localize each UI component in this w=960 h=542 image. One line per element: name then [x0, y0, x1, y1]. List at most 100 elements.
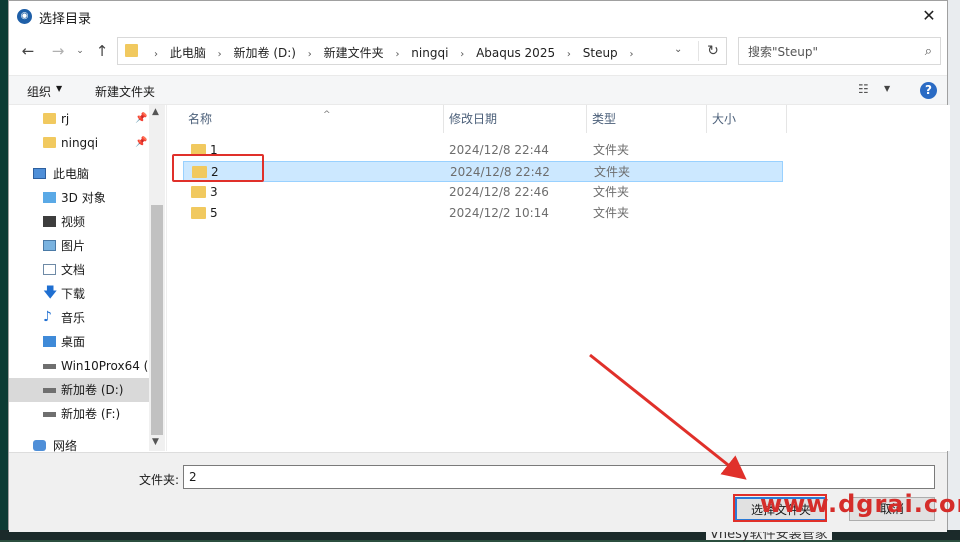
folder-icon: [43, 113, 56, 124]
folder-icon: [125, 44, 138, 57]
breadcrumb-new-folder[interactable]: 新建文件夹: [324, 46, 384, 60]
back-button[interactable]: ←: [19, 41, 37, 61]
sort-ascending-icon: ^: [323, 110, 331, 120]
dialog-title: 选择目录: [39, 12, 92, 27]
file-type: 文件夹: [593, 143, 630, 157]
table-row[interactable]: 1 2024/12/8 22:44 文件夹: [183, 140, 783, 161]
breadcrumb-separator[interactable]: ›: [308, 49, 312, 60]
close-button[interactable]: ✕: [917, 4, 941, 28]
navigation-pane: rj 📌 ningqi 📌 此电脑 3D 对象 视频 图片 文档 🡇 下载 ♪ …: [9, 105, 165, 453]
breadcrumb-drive-d[interactable]: 新加卷 (D:): [234, 46, 296, 60]
title-bar: ◉ 选择目录 ✕: [9, 1, 947, 31]
sidebar-item-videos[interactable]: 视频: [9, 210, 149, 234]
sidebar-item-this-pc[interactable]: 此电脑: [9, 162, 149, 186]
chevron-down-icon[interactable]: ▼: [56, 84, 62, 93]
organize-button[interactable]: 组织: [27, 83, 51, 100]
folder-icon: [43, 137, 56, 148]
documents-icon: [43, 264, 56, 275]
sidebar-item-ningqi[interactable]: ningqi 📌: [9, 131, 149, 155]
column-header-date[interactable]: 修改日期: [444, 105, 587, 133]
search-box[interactable]: ⌕: [738, 37, 941, 66]
recent-locations-dropdown[interactable]: ⌄: [71, 41, 89, 61]
network-icon: [33, 440, 46, 451]
file-name: 3: [210, 185, 218, 199]
sidebar-item-label: 下载: [61, 287, 86, 301]
breadcrumb-separator[interactable]: ›: [218, 49, 222, 60]
refresh-button[interactable]: ↻: [698, 41, 727, 61]
sidebar-item-label: 新加卷 (D:): [61, 383, 124, 397]
breadcrumb-separator: ›: [154, 49, 158, 60]
sidebar-item-downloads[interactable]: 🡇 下载: [9, 282, 149, 306]
sidebar-item-label: 视频: [61, 215, 86, 229]
desktop-icon: [43, 336, 56, 347]
sidebar-item-pictures[interactable]: 图片: [9, 234, 149, 258]
chevron-down-icon[interactable]: ▼: [152, 437, 159, 447]
select-directory-dialog: ◉ 选择目录 ✕ ← → ⌄ ↑ › 此电脑 › 新加卷 (D:) › 新建文件…: [8, 0, 950, 532]
help-button[interactable]: ?: [920, 82, 937, 99]
sidebar-item-label: 音乐: [61, 311, 86, 325]
table-row[interactable]: 2 2024/12/8 22:42 文件夹: [183, 161, 783, 182]
sidebar-item-documents[interactable]: 文档: [9, 258, 149, 282]
file-date: 2024/12/8 22:44: [449, 143, 549, 157]
sidebar-scrollbar[interactable]: ▲ ▼: [149, 105, 165, 451]
sidebar-item-rj[interactable]: rj 📌: [9, 107, 149, 131]
pictures-icon: [43, 240, 56, 251]
new-folder-button[interactable]: 新建文件夹: [95, 83, 155, 100]
file-type: 文件夹: [593, 206, 630, 220]
breadcrumb-abaqus[interactable]: Abaqus 2025: [476, 46, 555, 60]
folder-field-label: 文件夹:: [139, 473, 180, 487]
sidebar-item-drive-d[interactable]: 新加卷 (D:): [9, 378, 149, 402]
drive-icon: [43, 412, 56, 417]
column-header-label: 名称: [188, 112, 213, 126]
breadcrumb-ningqi[interactable]: ningqi: [411, 46, 448, 60]
file-type: 文件夹: [593, 185, 630, 199]
sidebar-item-music[interactable]: ♪ 音乐: [9, 306, 149, 330]
breadcrumb: › 此电脑 › 新加卷 (D:) › 新建文件夹 › ningqi › Abaq…: [146, 44, 642, 61]
scrollbar-thumb[interactable]: [151, 205, 163, 435]
drive-icon: [43, 388, 56, 393]
sidebar-item-label: Win10Prox64 (C: [61, 359, 157, 373]
column-header-size[interactable]: 大小: [707, 105, 787, 133]
address-bar[interactable]: › 此电脑 › 新加卷 (D:) › 新建文件夹 › ningqi › Abaq…: [117, 37, 727, 65]
pin-icon: 📌: [135, 113, 148, 124]
video-icon: [43, 216, 56, 227]
download-icon: 🡇: [43, 285, 58, 301]
column-header-type[interactable]: 类型: [587, 105, 707, 133]
sidebar-item-drive-f[interactable]: 新加卷 (F:): [9, 402, 149, 426]
breadcrumb-separator[interactable]: ›: [567, 49, 571, 60]
chevron-down-icon[interactable]: ▼: [884, 84, 890, 93]
breadcrumb-separator[interactable]: ›: [395, 49, 399, 60]
folder-icon: [191, 207, 206, 219]
up-button[interactable]: ↑: [93, 41, 111, 61]
breadcrumb-separator[interactable]: ›: [460, 49, 464, 60]
chevron-up-icon[interactable]: ▲: [152, 107, 159, 117]
sidebar-item-label: 桌面: [61, 335, 86, 349]
search-icon[interactable]: ⌕: [925, 44, 932, 59]
view-options-icon[interactable]: ☷: [858, 82, 869, 96]
table-row[interactable]: 5 2024/12/2 10:14 文件夹: [183, 203, 783, 224]
sidebar-item-label: 3D 对象: [61, 191, 106, 205]
sidebar-item-drive-c[interactable]: Win10Prox64 (C: [9, 354, 157, 378]
desktop-background-left: [0, 0, 8, 540]
sidebar-item-label: 新加卷 (F:): [61, 407, 121, 421]
pin-icon: 📌: [135, 137, 148, 148]
3d-objects-icon: [43, 192, 56, 203]
sidebar-item-3d-objects[interactable]: 3D 对象: [9, 186, 149, 210]
breadcrumb-this-pc[interactable]: 此电脑: [170, 46, 206, 60]
address-dropdown-icon[interactable]: ⌄: [674, 44, 682, 55]
sidebar-item-desktop[interactable]: 桌面: [9, 330, 149, 354]
folder-name-field[interactable]: 2: [183, 465, 935, 489]
watermark-text: www.dgrai.com: [760, 490, 960, 518]
highlight-box-folder: [172, 154, 264, 182]
breadcrumb-steup[interactable]: Steup: [583, 46, 618, 60]
file-list: 名称 ^ 修改日期 类型 大小 1 2024/12/8 22:44 文件夹 2 …: [166, 105, 950, 451]
breadcrumb-separator[interactable]: ›: [630, 49, 634, 60]
column-header-name[interactable]: 名称 ^: [183, 105, 444, 133]
file-date: 2024/12/8 22:46: [449, 185, 549, 199]
forward-button[interactable]: →: [49, 41, 67, 61]
table-row[interactable]: 3 2024/12/8 22:46 文件夹: [183, 182, 783, 203]
sidebar-item-label: ningqi: [61, 136, 99, 150]
search-input[interactable]: [739, 38, 920, 66]
file-date: 2024/12/2 10:14: [449, 206, 549, 220]
folder-icon: [191, 186, 206, 198]
